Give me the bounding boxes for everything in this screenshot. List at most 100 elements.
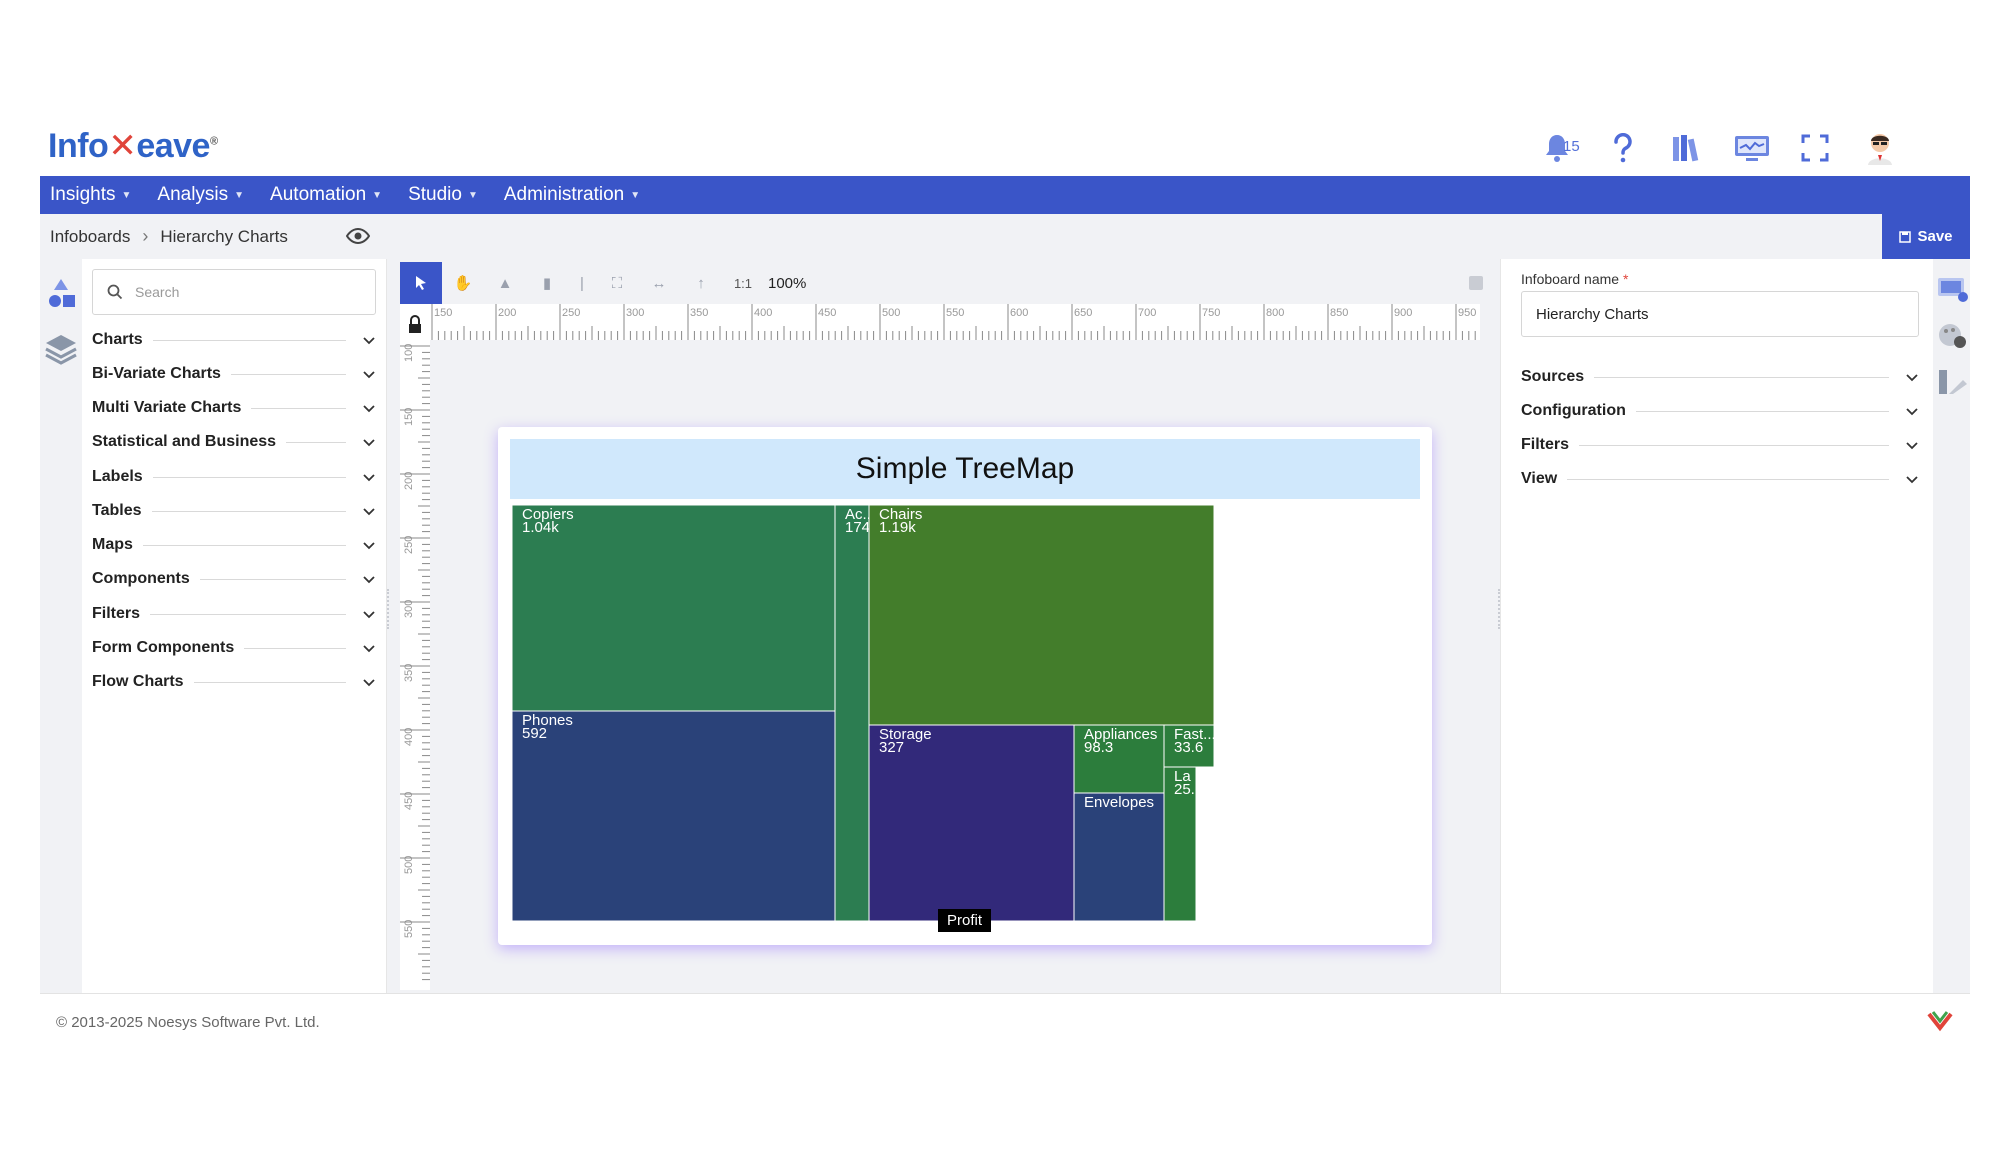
ruler-h-label: 900 [1394,307,1412,319]
treemap-tile-appliances[interactable]: Appliances98.3 [1073,724,1165,794]
chevron-down-icon[interactable] [1905,370,1919,384]
fit-screen-button[interactable]: ⛶ [596,262,638,304]
left-icon-rail [40,259,82,993]
nav-analysis[interactable]: Analysis ▼ [157,184,244,206]
category-flow-charts[interactable]: Flow Charts [92,670,376,694]
chevron-down-icon[interactable] [362,504,376,518]
treemap-tile-rect[interactable] [512,710,836,921]
library-icon[interactable] [1667,128,1707,168]
category-charts[interactable]: Charts [92,328,376,352]
chevron-down-icon[interactable] [362,641,376,655]
category-form-components[interactable]: Form Components [92,636,376,660]
chevron-down-icon[interactable] [1905,472,1919,486]
nav-automation[interactable]: Automation ▼ [270,184,382,206]
category-components[interactable]: Components [92,567,376,591]
fit-height-button[interactable]: ↑ [680,262,722,304]
copyright-text: © 2013-2025 Noesys Software Pvt. Ltd. [56,1014,320,1031]
select-pointer-button[interactable] [400,262,442,304]
dashboard-settings-icon[interactable] [1935,275,1969,305]
chevron-down-icon[interactable] [362,538,376,552]
category-label: Labels [92,468,143,485]
user-avatar[interactable] [1860,128,1900,168]
pan-hand-button[interactable]: ✋ [442,262,484,304]
layers-icon[interactable] [41,331,81,367]
ruler-h-label: 750 [1202,307,1220,319]
left-resize-handle[interactable] [387,589,393,629]
chevron-down-icon[interactable] [362,470,376,484]
chevron-down-icon: ▼ [467,189,478,201]
category-divider [142,544,346,546]
section-divider [1594,376,1889,378]
nav-studio[interactable]: Studio ▼ [408,184,478,206]
chevron-down-icon[interactable] [362,401,376,415]
actual-size-button[interactable]: 1:1 [722,262,764,304]
notifications-bell-icon[interactable]: 15 [1537,128,1580,168]
category-multi-variate-charts[interactable]: Multi Variate Charts [92,396,376,420]
lock-icon[interactable] [400,304,430,340]
search-input[interactable] [135,284,355,300]
section-view[interactable]: View [1521,467,1919,491]
help-small-icon[interactable] [1469,276,1483,290]
chart-title-bar: Simple TreeMap [510,439,1420,499]
treemap-tile-rect[interactable] [868,505,1215,726]
fit-width-button[interactable]: ↔ [638,262,680,304]
chevron-right-icon: › [142,226,149,246]
breadcrumb-infoboards[interactable]: Infoboards [50,227,130,247]
category-statistical-and-business[interactable]: Statistical and Business [92,430,376,454]
treemap-tile-copiers[interactable]: Copiers1.04k [512,505,836,712]
treemap-tile-rect[interactable] [834,505,870,921]
ruler-h-label: 300 [626,307,644,319]
nav-administration[interactable]: Administration ▼ [504,184,640,206]
chevron-down-icon[interactable] [362,675,376,689]
save-button[interactable]: Save [1882,214,1970,259]
category-divider [152,339,346,341]
section-label: Filters [1521,436,1570,453]
treemap-tile-storage[interactable]: Storage327 [868,724,1075,921]
section-sources[interactable]: Sources [1521,365,1919,389]
format-brush-icon[interactable] [1935,367,1969,397]
ruler-h-label: 650 [1074,307,1092,319]
zoom-level: 100% [768,274,807,292]
treemap-tile-fast[interactable]: Fast...33.6 [1163,724,1216,768]
chevron-down-icon[interactable] [362,572,376,586]
chevron-down-icon[interactable] [362,367,376,381]
infoboard-name-input[interactable] [1521,291,1919,337]
section-configuration[interactable]: Configuration [1521,399,1919,423]
fullscreen-icon[interactable] [1795,128,1835,168]
delete-button[interactable]: ▮ [526,262,568,304]
widgets-shapes-icon[interactable] [41,275,81,311]
category-tables[interactable]: Tables [92,499,376,523]
infoveave-logo[interactable]: Info✕eave® [48,126,218,166]
treemap-tile-envelopes[interactable]: Envelopes [1073,792,1165,921]
chevron-down-icon[interactable] [1905,404,1919,418]
shapes-button[interactable]: ▲ [484,262,526,304]
category-label: Form Components [92,639,235,656]
section-divider [1567,478,1889,480]
theme-palette-icon[interactable] [1935,321,1969,351]
nav-insights[interactable]: Insights ▼ [50,184,131,206]
chevron-down-icon[interactable] [1905,438,1919,452]
help-icon[interactable] [1603,128,1643,168]
app-header: Info✕eave® 15 [40,118,1970,176]
treemap-tile-la[interactable]: La25. [1163,766,1197,921]
category-labels[interactable]: Labels [92,465,376,489]
hand-icon: ✋ [453,275,473,292]
treemap-tile-rect[interactable] [512,505,836,712]
preview-eye-icon[interactable] [345,224,371,248]
chevron-down-icon[interactable] [362,435,376,449]
category-bi-variate-charts[interactable]: Bi-Variate Charts [92,362,376,386]
category-label: Flow Charts [92,673,184,690]
chevron-down-icon[interactable] [362,607,376,621]
category-filters[interactable]: Filters [92,602,376,626]
section-filters[interactable]: Filters [1521,433,1919,457]
treemap-tile-chairs[interactable]: Chairs1.19k [868,505,1215,726]
treemap-widget[interactable]: Simple TreeMap Copiers 1.04k Ac... 174 Chair… [498,427,1432,945]
monitor-icon[interactable] [1732,128,1772,168]
chevron-down-icon[interactable] [362,333,376,347]
category-divider [230,373,346,375]
treemap-tile-phones[interactable]: Phones592 [512,710,836,921]
treemap-tile-rect[interactable] [1073,792,1165,921]
category-divider [193,681,346,683]
category-maps[interactable]: Maps [92,533,376,557]
treemap-tile-value: 25. [1174,781,1195,798]
